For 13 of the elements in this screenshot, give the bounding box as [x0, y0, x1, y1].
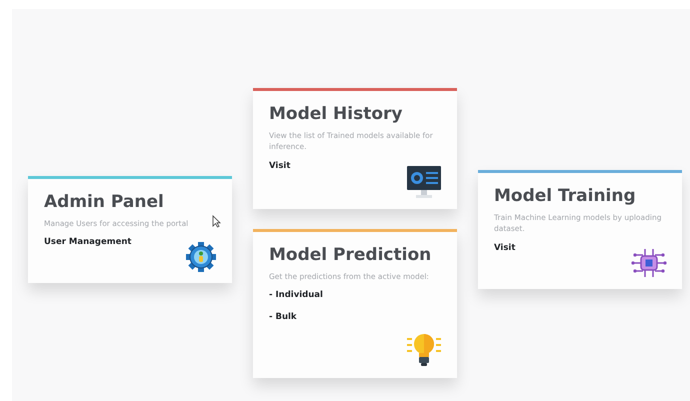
chip-icon: [631, 246, 667, 278]
cursor-icon: [212, 215, 221, 228]
card-link[interactable]: - Individual: [269, 290, 323, 300]
card-link[interactable]: User Management: [44, 237, 132, 248]
card-title: Model History: [269, 104, 404, 124]
card-link[interactable]: - Bulk: [269, 312, 297, 322]
card-title: Model Prediction: [269, 244, 432, 264]
monitor-icon: [406, 164, 442, 198]
card-link[interactable]: Visit: [494, 242, 516, 252]
card-title: Model Training: [494, 186, 637, 206]
card-link[interactable]: Visit: [269, 160, 290, 170]
card-title: Admin Panel: [44, 192, 165, 212]
gear-icon: [185, 241, 217, 274]
